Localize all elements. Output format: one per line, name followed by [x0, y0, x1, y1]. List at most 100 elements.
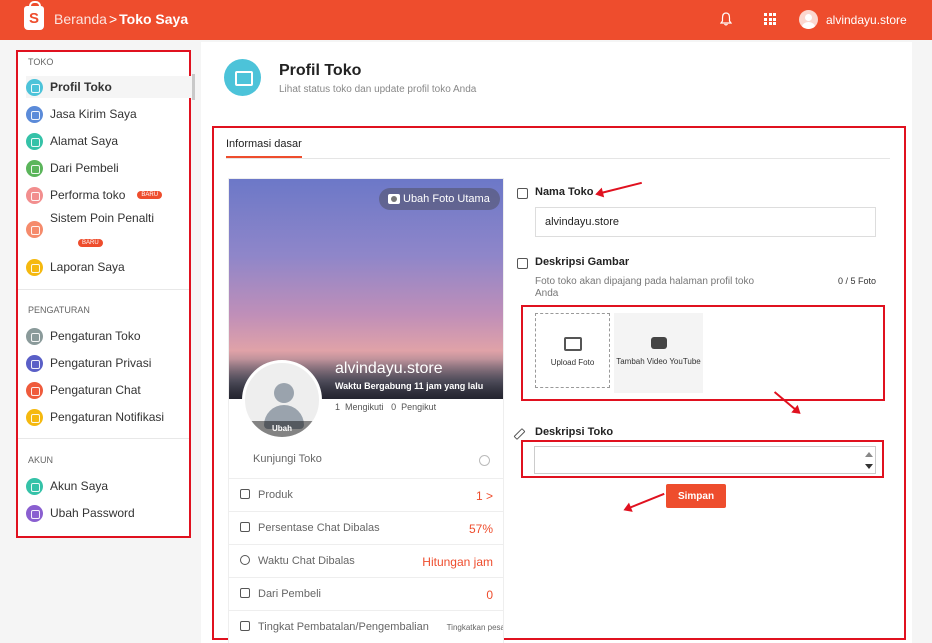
upload-photo-label: Upload Foto	[550, 358, 595, 367]
shop-description-textarea[interactable]	[534, 446, 876, 474]
notification-icon	[26, 408, 43, 426]
sidebar-item-laporan[interactable]: Laporan Saya	[26, 256, 186, 278]
report-icon	[26, 258, 43, 276]
breadcrumb-home[interactable]: Beranda	[54, 11, 107, 27]
change-cover-label: Ubah Foto Utama	[403, 193, 490, 205]
breadcrumb: Beranda > Toko Saya	[54, 11, 188, 27]
shop-name-label: Nama Toko	[535, 186, 594, 198]
store-icon	[517, 188, 528, 199]
visit-shop-row[interactable]: Kunjungi Toko	[229, 441, 503, 479]
followers-count: 0	[391, 402, 397, 412]
image-description-label: Deskripsi Gambar	[535, 256, 630, 268]
sidebar-item-pengaturan-toko[interactable]: Pengaturan Toko	[26, 325, 186, 347]
sidebar-item-dari-pembeli[interactable]: Dari Pembeli	[26, 157, 186, 179]
followers-label: Pengikut	[401, 402, 437, 412]
following-count: 1	[335, 402, 341, 412]
page-title: Profil Toko	[279, 62, 362, 79]
new-badge: BARU	[78, 239, 103, 247]
sidebar-divider	[18, 289, 189, 290]
sidebar-item-pengaturan-notifikasi[interactable]: Pengaturan Notifikasi	[26, 406, 186, 428]
penalty-icon	[26, 221, 43, 238]
sidebar-item-label: Jasa Kirim Saya	[50, 107, 137, 121]
page-subtitle: Lihat status toko dan update profil toko…	[279, 84, 477, 95]
camera-icon	[388, 194, 400, 204]
sidebar-item-pengaturan-chat[interactable]: Pengaturan Chat	[26, 379, 186, 401]
add-youtube-video-button[interactable]: Tambah Video YouTube	[614, 313, 703, 393]
star-icon	[240, 588, 250, 598]
id-card-icon	[26, 477, 43, 495]
sidebar-item-label: Pengaturan Notifikasi	[50, 410, 165, 424]
star-icon	[26, 159, 43, 177]
sidebar-item-label: Pengaturan Chat	[50, 383, 141, 397]
store-icon	[26, 78, 43, 96]
sidebar: TOKO Profil Toko Jasa Kirim Saya Alamat …	[16, 50, 195, 538]
image-count: 0 / 5 Foto	[838, 276, 877, 286]
lock-icon	[26, 354, 43, 372]
chart-icon	[26, 186, 43, 204]
new-badge: BARU	[137, 191, 163, 199]
stat-label: Dari Pembeli	[258, 588, 321, 600]
stat-row-produk[interactable]: Produk 1 >	[229, 479, 503, 512]
location-icon	[26, 132, 43, 150]
clock-icon	[240, 555, 250, 565]
stat-row-ratings: Dari Pembeli 0	[229, 578, 503, 611]
sidebar-item-label: Pengaturan Privasi	[50, 356, 152, 370]
sidebar-item-profil-toko[interactable]: Profil Toko	[26, 74, 195, 100]
sidebar-item-poin-penalti[interactable]: Sistem Poin Penalti	[26, 211, 186, 241]
sidebar-item-label: Akun Saya	[50, 479, 109, 493]
stat-label: Tingkat Pembatalan/Pengembalian	[258, 621, 429, 633]
shopee-logo[interactable]: S	[24, 1, 44, 30]
pencil-icon	[513, 427, 526, 441]
shop-description-area	[521, 440, 884, 478]
tab-informasi-dasar[interactable]: Informasi dasar	[226, 138, 302, 158]
add-video-label: Tambah Video YouTube	[616, 357, 701, 366]
bell-icon[interactable]	[720, 12, 732, 26]
annotation-arrow	[628, 492, 665, 509]
stat-row-cancel-rate: Tingkat Pembatalan/Pengembalian Tingkatk…	[229, 611, 503, 643]
shop-name-input[interactable]: alvindayu.store	[535, 207, 876, 237]
gear-icon	[26, 327, 43, 345]
calendar-icon	[240, 621, 250, 631]
sidebar-item-performa[interactable]: Performa toko BARU	[26, 184, 186, 206]
stat-value: 1 >	[475, 489, 493, 503]
breadcrumb-current: Toko Saya	[119, 11, 189, 27]
stat-value: 0	[486, 588, 493, 602]
play-icon	[651, 337, 667, 349]
box-icon	[240, 489, 250, 499]
breadcrumb-separator: >	[108, 11, 118, 27]
stat-label: Persentase Chat Dibalas	[258, 522, 380, 534]
media-upload-area: Upload Foto Tambah Video YouTube	[521, 305, 885, 401]
sidebar-item-label: Dari Pembeli	[50, 161, 119, 175]
sidebar-item-ubah-password[interactable]: Ubah Password	[26, 502, 186, 524]
truck-icon	[26, 105, 43, 123]
upload-photo-button[interactable]: Upload Foto	[535, 313, 610, 388]
sidebar-item-pengaturan-privasi[interactable]: Pengaturan Privasi	[26, 352, 186, 374]
stat-row-chat-time: Waktu Chat Dibalas Hitungan jam	[229, 545, 503, 578]
sidebar-item-label: Alamat Saya	[50, 134, 119, 148]
sidebar-item-label: Pengaturan Toko	[50, 329, 141, 343]
save-button[interactable]: Simpan	[666, 484, 726, 508]
key-icon	[26, 504, 43, 522]
scroll-down-arrow-icon[interactable]	[864, 462, 874, 472]
change-avatar-label[interactable]: Ubah	[245, 421, 319, 437]
user-name[interactable]: alvindayu.store	[826, 13, 907, 27]
shop-avatar[interactable]: Ubah	[242, 360, 322, 440]
stat-value: 57%	[468, 522, 493, 536]
apps-grid-icon[interactable]	[764, 13, 776, 25]
sidebar-item-jasa-kirim[interactable]: Jasa Kirim Saya	[26, 103, 186, 125]
following-label: Mengikuti	[345, 402, 384, 412]
stat-value: Hitungan jam	[422, 555, 493, 569]
change-cover-button[interactable]: Ubah Foto Utama	[379, 188, 500, 210]
sidebar-section-toko: TOKO	[28, 57, 54, 67]
sidebar-item-label: Profil Toko	[50, 80, 112, 94]
shop-profile-card: Ubah Foto Utama Ubah alvindayu.store Wak…	[228, 178, 504, 643]
store-image-icon	[224, 59, 261, 96]
scroll-up-arrow-icon[interactable]	[864, 450, 874, 460]
sidebar-item-alamat[interactable]: Alamat Saya	[26, 130, 186, 152]
image-icon	[517, 258, 528, 269]
user-avatar[interactable]	[799, 10, 818, 29]
visit-shop-label: Kunjungi Toko	[253, 453, 322, 465]
stat-label: Waktu Chat Dibalas	[258, 555, 355, 567]
profile-content: Informasi dasar Ubah Foto Utama Ubah alv…	[212, 126, 906, 643]
sidebar-item-akun-saya[interactable]: Akun Saya	[26, 475, 186, 497]
